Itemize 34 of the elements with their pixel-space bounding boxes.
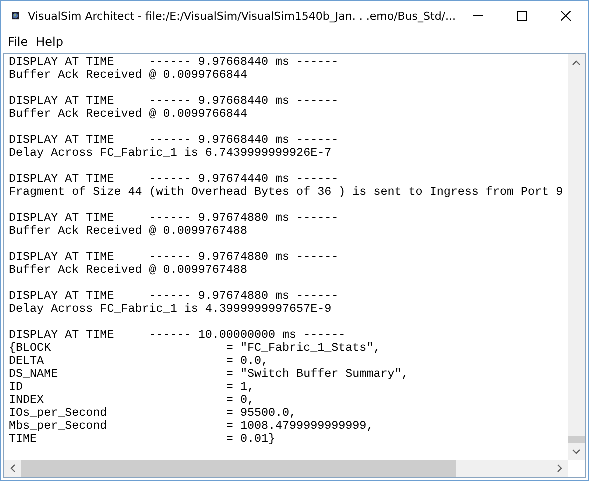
log-line: DISPLAY AT TIME ------ 9.97668440 ms ------ [9, 56, 339, 69]
close-icon[interactable] [561, 11, 571, 21]
scroll-down-icon[interactable] [572, 448, 581, 454]
log-line: Buffer Ack Received @ 0.0099767488 [9, 225, 248, 238]
log-line: Mbs_per_Second = 1008.4799999999999, [9, 420, 374, 433]
log-line: DISPLAY AT TIME ------ 9.97674880 ms ------ [9, 290, 339, 303]
menu-item[interactable]: File [4, 35, 32, 49]
log-line: DISPLAY AT TIME ------ 9.97668440 ms ------ [9, 134, 339, 147]
log-line: DISPLAY AT TIME ------ 10.00000000 ms ------ [9, 329, 346, 342]
maximize-icon[interactable] [517, 11, 527, 21]
menu-item[interactable]: Help [32, 35, 68, 49]
log-line: DISPLAY AT TIME ------ 9.97674440 ms ------ [9, 173, 339, 186]
scroll-up-icon[interactable] [572, 60, 581, 66]
window-title: VisualSim Architect - file:/E:/VisualSim/VisualSim1540b_Jan. . .emo/Bus_Std/... [28, 10, 456, 22]
log-line: IOs_per_Second = 95500.0, [9, 407, 297, 420]
log-line: DS_NAME = "Switch Buffer Summary", [9, 368, 409, 381]
log-line: DISPLAY AT TIME ------ 9.97668440 ms ------ [9, 95, 339, 108]
scroll-thumb[interactable] [568, 436, 585, 443]
log-line: DISPLAY AT TIME ------ 9.97674880 ms ------ [9, 212, 339, 225]
scroll-thumb[interactable] [21, 460, 456, 477]
log-line: Buffer Ack Received @ 0.0099766844 [9, 69, 248, 82]
log-line: {BLOCK = "FC_Fabric_1_Stats", [9, 342, 381, 355]
scroll-right-icon[interactable] [556, 464, 562, 473]
log-line: ID = 1, [9, 381, 254, 394]
log-line: INDEX = 0, [9, 394, 254, 407]
log-line: Buffer Ack Received @ 0.0099766844 [9, 108, 248, 121]
log-line: DELTA = 0.0, [9, 355, 269, 368]
scroll-left-icon[interactable] [10, 464, 16, 473]
log-line: DISPLAY AT TIME ------ 9.97674880 ms ------ [9, 251, 339, 264]
log-line: TIME = 0.01} [9, 433, 276, 446]
log-line: Fragment of Size 44 (with Overhead Bytes of 36 ) is sent to Ingress from Port 9 [9, 186, 564, 199]
log-line: Delay Across FC_Fabric_1 is 6.7439999999926E-7 [9, 147, 332, 160]
log-line: Buffer Ack Received @ 0.0099767488 [9, 264, 248, 277]
log-line: Delay Across FC_Fabric_1 is 4.3999999997657E-9 [9, 303, 332, 316]
